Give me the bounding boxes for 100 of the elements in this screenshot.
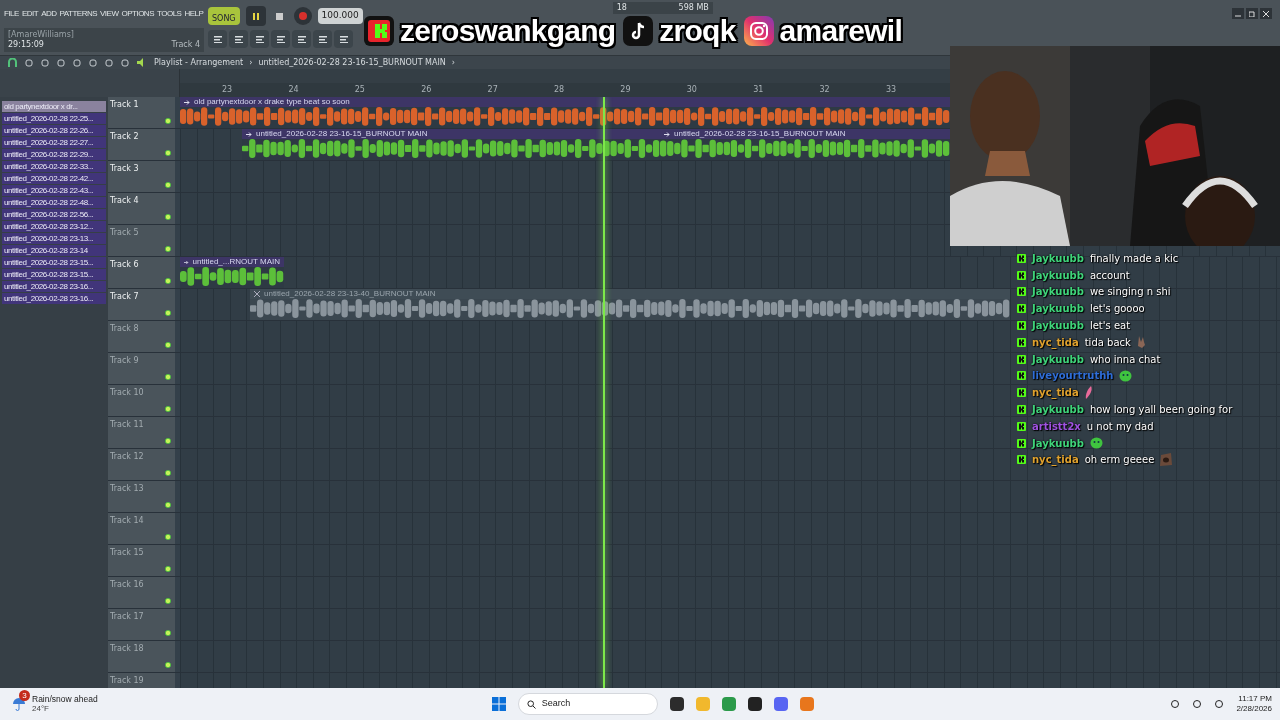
weather-widget[interactable]: 3 Rain/snow ahead 24°F <box>8 689 102 719</box>
audio-clip[interactable]: untitled_2026-02-28 23-16-15_BURNOUT MAIN <box>242 129 660 160</box>
bar-number: 32 <box>819 84 831 96</box>
bar-number: 29 <box>620 84 632 96</box>
chat-username: Jaykuubb <box>1032 403 1084 418</box>
chat-username: nyc_tida <box>1032 335 1079 350</box>
track-name: Track 8 <box>110 323 139 335</box>
track-header[interactable]: Track 19 <box>108 673 175 688</box>
track-header[interactable]: Track 1 <box>108 97 175 128</box>
chat-username: Jaykuubb <box>1032 352 1084 367</box>
track-header[interactable]: Track 17 <box>108 609 175 640</box>
chat-username: Jaykuubb <box>1032 251 1084 266</box>
chat-username: Jaykuubb <box>1032 285 1084 300</box>
track-header[interactable]: Track 8 <box>108 321 175 352</box>
audio-clip[interactable]: untitled_...RNOUT MAIN <box>180 257 284 288</box>
track-header[interactable]: Track 9 <box>108 353 175 384</box>
pattern-item[interactable]: untitled_2026-02-28 23-13... <box>2 233 106 244</box>
pattern-item[interactable]: untitled_2026-02-28 23-15... <box>2 257 106 268</box>
audio-clip[interactable]: old partynextdoor x drake type beat so soon <box>180 97 950 128</box>
pattern-item[interactable]: untitled_2026-02-28 23-14 <box>2 245 106 256</box>
chat-message: who inna chat <box>1089 352 1161 367</box>
breadcrumb-text: › <box>451 56 456 69</box>
track-header[interactable]: Track 14 <box>108 513 175 544</box>
breadcrumb-text: › <box>249 56 253 69</box>
bar-number: 23 <box>222 84 234 96</box>
menu-item[interactable]: OPTIONS <box>121 8 154 20</box>
pattern-item[interactable]: untitled_2026-02-28 23-15... <box>2 269 106 280</box>
bar-number: 30 <box>686 84 698 96</box>
clock-time[interactable]: 11:17 PM <box>1238 694 1272 704</box>
track-header[interactable]: Track 16 <box>108 577 175 608</box>
track-header[interactable]: Track 11 <box>108 417 175 448</box>
pattern-item[interactable]: untitled_2026-02-28 22-43... <box>2 185 106 196</box>
track-header[interactable]: Track 7 <box>108 289 175 320</box>
mode-switch[interactable]: SONG <box>208 7 240 25</box>
track-name: Track 17 <box>110 611 144 623</box>
pattern-item[interactable]: untitled_2026-02-28 22-29... <box>2 149 106 160</box>
menu-item[interactable]: FILE <box>4 8 19 20</box>
pattern-item[interactable]: untitled_2026-02-28 22-48... <box>2 197 106 208</box>
audio-clip[interactable]: untitled_2026-02-28 23-16-15_BURNOUT MAIN <box>660 129 950 160</box>
clip-label: untitled_2026-02-28 23-16-15_BURNOUT MAIN <box>256 130 428 138</box>
clip-label: old partynextdoor x drake type beat so soon <box>194 98 350 106</box>
menu-item[interactable]: VIEW <box>100 8 119 20</box>
timeline-ruler[interactable]: 23 24 25 26 27 28 29 30 31 32 33 <box>180 69 950 97</box>
pattern-item[interactable]: untitled_2026-02-28 22-25... <box>2 113 106 124</box>
track-name: Track 13 <box>110 483 144 495</box>
chat-message: tida back <box>1084 335 1131 350</box>
tempo-field[interactable]: 100.000 <box>317 8 363 24</box>
menu-item[interactable]: TOOLS <box>157 8 182 20</box>
chat-username: Jaykuubb <box>1032 268 1084 283</box>
menu-item[interactable]: HELP <box>184 8 204 20</box>
weather-text: Rain/snow ahead <box>32 693 98 705</box>
chat-username: Jaykuubb <box>1032 302 1084 317</box>
pattern-item[interactable]: untitled_2026-02-28 22-42... <box>2 173 106 184</box>
chat-message: how long yall been going for <box>1089 403 1233 418</box>
track-name: Track 5 <box>110 227 139 239</box>
chat-username: nyc_tida <box>1032 453 1079 468</box>
pattern-item[interactable]: untitled_2026-02-28 22-33... <box>2 161 106 172</box>
track-header[interactable]: Track 2 <box>108 129 175 160</box>
search-field[interactable]: Search <box>517 693 658 715</box>
track-name: Track 7 <box>110 291 139 303</box>
mode-label: SONG <box>212 15 236 25</box>
pattern-item[interactable]: untitled_2026-02-28 23-16... <box>2 293 106 304</box>
temperature-text: 24°F <box>32 704 50 715</box>
track-header[interactable]: Track 10 <box>108 385 175 416</box>
user-label: [AmareWilliams] <box>8 30 74 40</box>
track-header[interactable]: Track 6 <box>108 257 175 288</box>
chat-message: we singing n shi <box>1089 285 1171 300</box>
pattern-item[interactable]: untitled_2026-02-28 22-26... <box>2 125 106 136</box>
track-header[interactable]: Track 13 <box>108 481 175 512</box>
track-header[interactable]: Track 4 <box>108 193 175 224</box>
track-name: Track 19 <box>110 675 144 687</box>
bar-number: 25 <box>354 84 366 96</box>
audio-clip[interactable]: untitled_2026-02-28 23-13-40_BURNOUT MAIN <box>250 289 1010 320</box>
chat-message: let's goooo <box>1089 302 1145 317</box>
chat-message: account <box>1089 268 1130 283</box>
menu-item[interactable]: ADD <box>41 8 57 20</box>
track-header[interactable]: Track 18 <box>108 641 175 672</box>
clip-label: untitled_2026-02-28 23-16-15_BURNOUT MAIN <box>674 130 846 138</box>
track-name: Track 6 <box>110 259 139 271</box>
track-header[interactable]: Track 3 <box>108 161 175 192</box>
tempo-value: 100.000 <box>321 9 359 23</box>
track-name: Track 9 <box>110 355 139 367</box>
breadcrumb-text: untitled_2026-02-28 23-16-15_BURNOUT MAIN <box>258 56 446 69</box>
clip-label: untitled_...RNOUT MAIN <box>192 258 280 266</box>
menu-item[interactable]: EDIT <box>21 8 39 20</box>
breadcrumb-text: Playlist - Arrangement <box>154 56 244 69</box>
chat-username: Jaykuubb <box>1032 436 1084 451</box>
track-header[interactable]: Track 12 <box>108 449 175 480</box>
chat-message: u not my dad <box>1086 419 1154 434</box>
chat-message: finally made a kic <box>1089 251 1179 266</box>
pattern-item[interactable]: untitled_2026-02-28 23-16... <box>2 281 106 292</box>
track-header[interactable]: Track 15 <box>108 545 175 576</box>
pattern-item[interactable]: untitled_2026-02-28 22-27... <box>2 137 106 148</box>
chat-username: nyc_tida <box>1032 386 1079 401</box>
clock-date[interactable]: 2/28/2026 <box>1236 704 1272 714</box>
track-header[interactable]: Track 5 <box>108 225 175 256</box>
track-name: Track 11 <box>110 419 144 431</box>
menu-item[interactable]: PATTERNS <box>59 8 97 20</box>
pattern-item[interactable]: untitled_2026-02-28 23-12... <box>2 221 106 232</box>
pattern-item[interactable]: untitled_2026-02-28 22-56... <box>2 209 106 220</box>
